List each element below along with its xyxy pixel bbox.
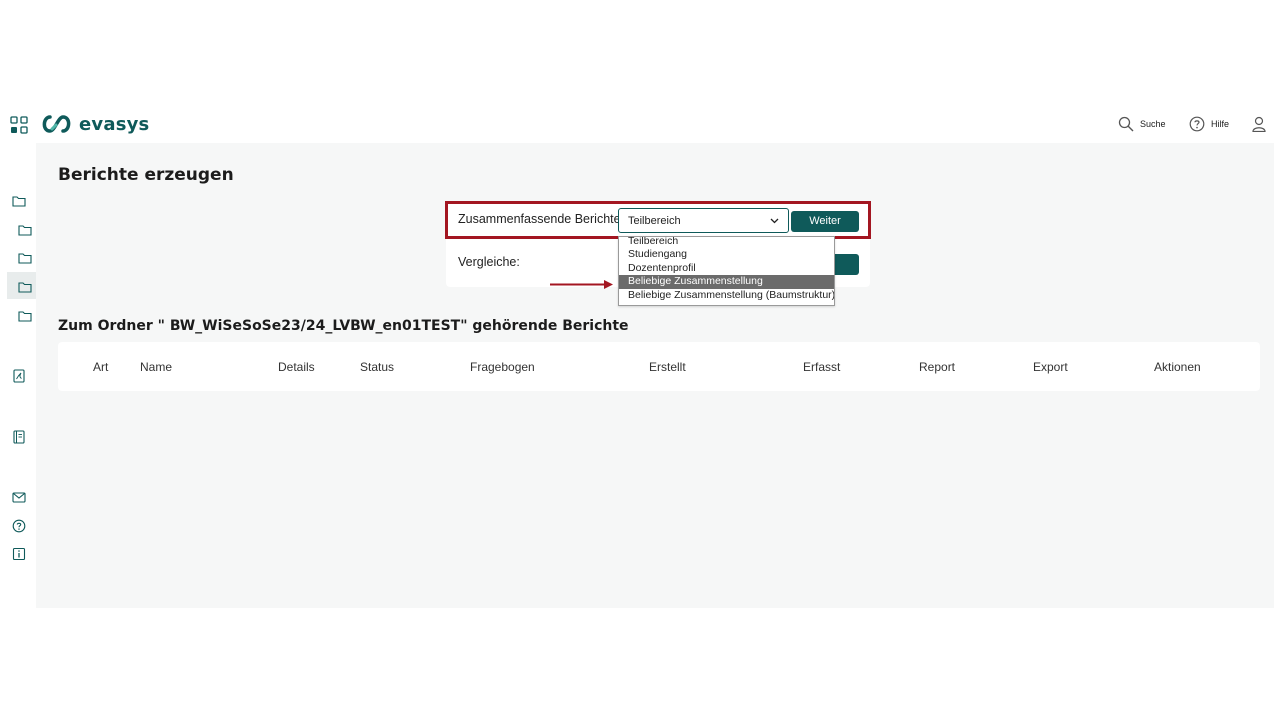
column-header-art: Art [93,360,109,374]
search-button[interactable]: Suche [1118,116,1166,132]
column-header-fragebogen: Fragebogen [470,360,535,374]
search-label: Suche [1140,119,1166,129]
highlight-frame [445,201,871,239]
search-icon [1118,116,1134,132]
column-header-name: Name [140,360,173,374]
help-circle-icon[interactable] [12,519,26,533]
notebook-icon[interactable] [12,430,26,444]
column-header-details: Details [278,360,315,374]
folder-icon[interactable] [18,309,32,323]
info-icon[interactable] [12,547,26,561]
evasys-logo[interactable]: evasys [40,112,149,136]
folder-icon[interactable] [18,251,32,265]
column-header-erfasst: Erfasst [803,360,841,374]
column-header-aktionen: Aktionen [1154,360,1201,374]
help-button[interactable]: Hilfe [1189,116,1229,132]
dropdown-option-studiengang[interactable]: Studiengang [619,248,834,261]
dropdown-option-teilbereich[interactable]: Teilbereich [619,237,834,248]
mail-icon[interactable] [12,490,26,504]
column-header-erstellt: Erstellt [649,360,686,374]
folder-icon[interactable] [18,223,32,237]
summary-report-dropdown[interactable]: Teilbereich Studiengang Dozentenprofil B… [618,236,835,306]
reports-section-title: Zum Ordner " BW_WiSeSoSe23/24_LVBW_en01T… [58,318,629,334]
apps-grid-icon[interactable] [10,116,28,134]
user-icon [1252,116,1266,132]
folder-icon[interactable] [18,280,32,294]
dropdown-option-beliebige-baumstruktur[interactable]: Beliebige Zusammenstellung (Baumstruktur… [619,289,834,302]
help-icon [1189,116,1205,132]
pdf-document-icon[interactable] [12,369,26,383]
column-header-export: Export [1033,360,1068,374]
help-label: Hilfe [1211,119,1230,129]
column-header-report: Report [919,360,956,374]
dropdown-option-beliebige-zusammenstellung[interactable]: Beliebige Zusammenstellung [619,275,834,289]
dropdown-option-dozentenprofil[interactable]: Dozentenprofil [619,262,834,275]
evasys-logo-icon [42,115,71,133]
column-header-status: Status [360,360,395,374]
folder-icon[interactable] [12,194,26,208]
page-title: Berichte erzeugen [58,165,234,185]
logo-text: evasys [79,113,150,135]
compare-label: Vergleiche: [458,255,520,269]
pointer-arrow [550,280,613,289]
user-button[interactable] [1251,116,1267,132]
